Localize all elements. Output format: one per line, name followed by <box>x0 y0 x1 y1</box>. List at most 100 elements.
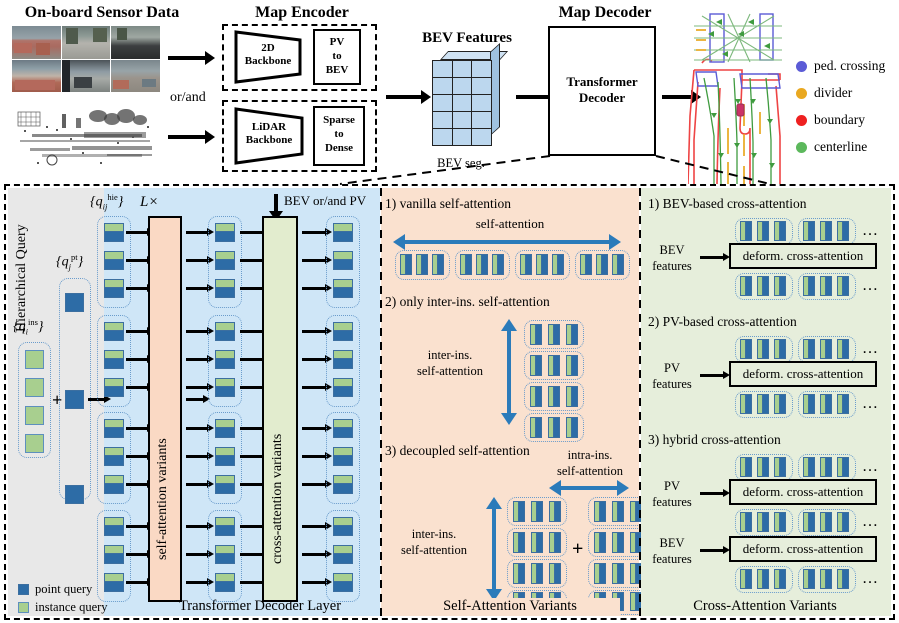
query-token <box>594 563 606 584</box>
variant-name: hybrid cross-attention <box>662 432 781 447</box>
query-token <box>549 501 561 522</box>
query-token <box>803 569 815 589</box>
arrow-self-attn-out <box>186 480 214 487</box>
arrow-cross-attn-out <box>302 256 332 263</box>
query-token <box>774 339 786 359</box>
camera-image <box>12 59 61 92</box>
output-query-token <box>333 545 353 564</box>
intermediate-query-token <box>215 447 235 466</box>
bev-pv-input-label: BEV or/and PV <box>284 193 367 208</box>
query-token <box>531 532 543 553</box>
query-token <box>820 276 832 296</box>
legend-label: boundary <box>814 112 865 127</box>
output-query-token <box>333 322 353 341</box>
query-token <box>740 512 752 532</box>
arrow-self-attn-out <box>186 383 214 390</box>
instance-query-swatch <box>18 602 29 613</box>
point-query-token <box>65 485 84 504</box>
arrow-self-attn-out <box>186 256 214 263</box>
arrow-to-cross-attention <box>240 480 270 487</box>
query-token <box>740 457 752 477</box>
query-token <box>612 254 624 275</box>
arrow-to-cross-attention <box>240 550 270 557</box>
arrow-to-self-attention <box>126 452 154 459</box>
arrow-source-to-deform <box>700 546 730 553</box>
arrow-self-attn-out <box>186 578 214 585</box>
deform-cross-attention-box[interactable]: deform. cross-attention <box>729 479 877 505</box>
query-token <box>820 221 832 241</box>
arrow-to-self-attention <box>126 228 154 235</box>
arrow-to-cross-attention <box>240 327 270 334</box>
bev-features-source-label: BEV features <box>652 243 692 273</box>
output-query-token <box>333 517 353 536</box>
arrow-to-cross-attention <box>240 284 270 291</box>
query-token <box>740 569 752 589</box>
decoder-legend-point-query: point query <box>18 582 92 597</box>
transformer-decoder-block[interactable]: Transformer Decoder <box>548 26 656 156</box>
intermediate-query-token <box>215 251 235 270</box>
self-attention-variants-label: self-attention variants <box>155 438 170 560</box>
camera-image <box>111 26 160 59</box>
query-token <box>774 569 786 589</box>
inter-ins-self-attention-arrow <box>501 319 517 425</box>
query-token <box>740 221 752 241</box>
deform-cross-attention-box[interactable]: deform. cross-attention <box>729 243 877 269</box>
arrow-cross-attn-out <box>302 424 332 431</box>
legend-item-boundary: boundary <box>796 112 865 128</box>
query-token <box>774 457 786 477</box>
intermediate-query-token <box>215 279 235 298</box>
hierarchical-query-token <box>104 573 124 592</box>
pv-features-source-label-2: PV features <box>652 479 692 509</box>
query-token <box>530 386 542 407</box>
instance-query-token <box>25 406 44 425</box>
arrow-cross-attn-out <box>302 550 332 557</box>
query-token <box>594 501 606 522</box>
hierarchical-query-token <box>104 419 124 438</box>
backbone-lidar-label: LiDAR Backbone <box>245 121 293 146</box>
query-token <box>774 512 786 532</box>
q-hie-label: {qijhie} <box>90 192 124 212</box>
query-token <box>513 563 525 584</box>
query-token <box>612 563 624 584</box>
arrow-to-cross-attention <box>240 578 270 585</box>
backbone-2d-label: 2D Backbone <box>244 42 292 67</box>
query-token <box>757 221 769 241</box>
query-token <box>820 457 832 477</box>
variant-index: 3) <box>385 443 397 458</box>
query-token <box>757 339 769 359</box>
intra-ins-self-attention-arrow <box>549 480 629 496</box>
arrow-bev-to-decoder <box>516 90 559 104</box>
legend-label: divider <box>814 85 853 100</box>
expansion-connectors <box>339 155 771 185</box>
query-token <box>432 254 444 275</box>
instance-query-token <box>25 434 44 453</box>
query-token <box>460 254 472 275</box>
or-and-label: or/and <box>170 90 206 105</box>
query-token <box>803 457 815 477</box>
query-token <box>803 394 815 414</box>
legend-color-dot <box>796 87 807 99</box>
decoupled-plus-operator: + <box>572 538 584 560</box>
query-token <box>536 254 548 275</box>
map-encoder-title: Map Encoder <box>255 4 349 21</box>
arrow-to-cross-attention <box>240 256 270 263</box>
sensor-data-title: On-board Sensor Data <box>24 4 180 21</box>
cross-attention-variants-panel-title: Cross-Attention Variants <box>650 598 880 615</box>
legend-color-dot <box>796 141 807 153</box>
transformer-decoder-label: Transformer Decoder <box>566 74 638 106</box>
deform-cross-attention-label: deform. cross-attention <box>742 248 864 263</box>
cross-attn-variant-3-header: 3) hybrid cross-attention <box>648 432 781 448</box>
deform-cross-attention-box[interactable]: deform. cross-attention <box>729 536 877 562</box>
query-token <box>774 394 786 414</box>
point-query-swatch <box>18 584 29 595</box>
query-token <box>612 501 624 522</box>
query-token <box>492 254 504 275</box>
deform-cross-attention-label: deform. cross-attention <box>742 484 864 499</box>
legend-item-ped-crossing: ped. crossing <box>796 58 885 74</box>
query-token <box>837 276 849 296</box>
deform-cross-attention-box[interactable]: deform. cross-attention <box>729 361 877 387</box>
arrow-self-attn-out <box>186 228 214 235</box>
arrow-to-self-attention <box>126 256 154 263</box>
variant-index: 3) <box>648 432 660 447</box>
variant-index: 1) <box>648 196 660 211</box>
